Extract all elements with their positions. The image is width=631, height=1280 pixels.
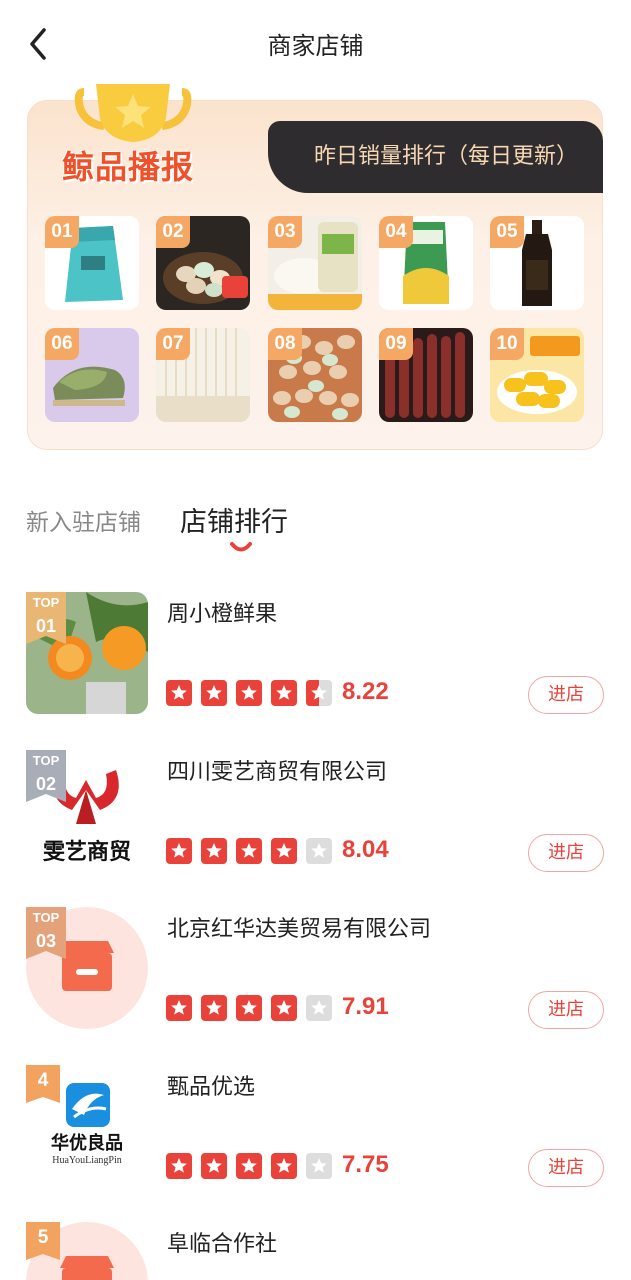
store-row[interactable]: TOP 01 周小橙鲜果 8.22 进店 <box>0 592 631 722</box>
page-title: 商家店铺 <box>267 32 364 60</box>
rank-badge-top1: TOP 01 <box>26 592 66 644</box>
enter-store-button[interactable]: 进店 <box>528 676 604 714</box>
star-icon <box>236 838 262 864</box>
store-logo-text: 雯艺商贸 <box>42 840 131 865</box>
store-score: 8.04 <box>342 836 389 863</box>
star-icon <box>236 1153 262 1179</box>
product-rank: 03 <box>268 216 302 248</box>
store-row[interactable]: TOP 03 北京红华达美贸易有限公司 7.91 进店 <box>0 907 631 1037</box>
product-rank: 01 <box>45 216 79 248</box>
star-icon <box>166 680 192 706</box>
store-score: 7.75 <box>342 1151 389 1178</box>
product-tile[interactable]: 02 <box>156 216 250 310</box>
store-logo-subtext: HuaYouLiangPin <box>52 1155 122 1166</box>
store-name: 北京红华达美贸易有限公司 <box>167 917 432 942</box>
sales-rank-banner-text: 昨日销量排行（每日更新） <box>314 144 579 169</box>
star-icon <box>271 680 297 706</box>
product-tile[interactable]: 03 <box>268 216 362 310</box>
star-icon <box>271 1153 297 1179</box>
rank-badge-top3: TOP 03 <box>26 907 66 959</box>
rating-stars <box>166 1153 336 1181</box>
store-row[interactable]: 5 阜临合作社 <box>0 1222 631 1280</box>
star-icon <box>236 680 262 706</box>
star-icon <box>201 1153 227 1179</box>
store-name: 阜临合作社 <box>167 1232 278 1257</box>
store-score: 8.22 <box>342 678 389 705</box>
rank-badge-top2: TOP 02 <box>26 750 66 802</box>
enter-store-button[interactable]: 进店 <box>528 1149 604 1187</box>
store-logo-text: 华优良品 <box>51 1133 123 1154</box>
product-rank: 09 <box>379 328 413 360</box>
star-icon <box>306 680 332 706</box>
product-tile[interactable]: 07 <box>156 328 250 422</box>
product-tile[interactable]: 06 <box>45 328 139 422</box>
store-name: 甄品优选 <box>167 1075 256 1100</box>
product-rank: 02 <box>156 216 190 248</box>
store-row[interactable]: 华优良品 HuaYouLiangPin 4 甄品优选 7.75 进店 <box>0 1065 631 1195</box>
star-icon <box>166 838 192 864</box>
tab-store-ranking[interactable]: 店铺排行 <box>180 500 288 539</box>
star-icon <box>201 838 227 864</box>
brand-title: 鲸品播报 <box>62 148 195 186</box>
product-tile[interactable]: 09 <box>379 328 473 422</box>
store-name: 四川雯艺商贸有限公司 <box>167 760 388 785</box>
rating-stars <box>166 838 336 866</box>
star-icon <box>306 995 332 1021</box>
tab-new-stores[interactable]: 新入驻店铺 <box>26 503 141 537</box>
product-rank: 07 <box>156 328 190 360</box>
rank-badge-5: 5 <box>26 1222 66 1274</box>
store-score: 7.91 <box>342 993 389 1020</box>
product-rank: 04 <box>379 216 413 248</box>
star-icon <box>306 838 332 864</box>
active-tab-indicator <box>230 540 252 554</box>
top-bar: 商家店铺 <box>0 0 631 88</box>
product-rank: 05 <box>490 216 524 248</box>
rank-badge-4: 4 <box>26 1065 66 1117</box>
rating-stars <box>166 995 336 1023</box>
star-icon <box>271 838 297 864</box>
star-icon <box>306 1153 332 1179</box>
product-tile[interactable]: 04 <box>379 216 473 310</box>
product-rank: 08 <box>268 328 302 360</box>
product-tile[interactable]: 05 <box>490 216 584 310</box>
star-icon <box>236 995 262 1021</box>
enter-store-button[interactable]: 进店 <box>528 991 604 1029</box>
star-icon <box>166 995 192 1021</box>
product-tile[interactable]: 10 <box>490 328 584 422</box>
store-row[interactable]: 雯艺商贸 TOP 02 四川雯艺商贸有限公司 8.04 进店 <box>0 750 631 880</box>
product-tile[interactable]: 08 <box>268 328 362 422</box>
store-name: 周小橙鲜果 <box>167 602 278 627</box>
star-icon <box>166 1153 192 1179</box>
star-icon <box>201 995 227 1021</box>
product-tile[interactable]: 01 <box>45 216 139 310</box>
enter-store-button[interactable]: 进店 <box>528 834 604 872</box>
product-rank: 10 <box>490 328 524 360</box>
trophy-icon <box>74 78 192 148</box>
product-rank: 06 <box>45 328 79 360</box>
star-icon <box>201 680 227 706</box>
star-icon <box>271 995 297 1021</box>
rating-stars <box>166 680 336 708</box>
